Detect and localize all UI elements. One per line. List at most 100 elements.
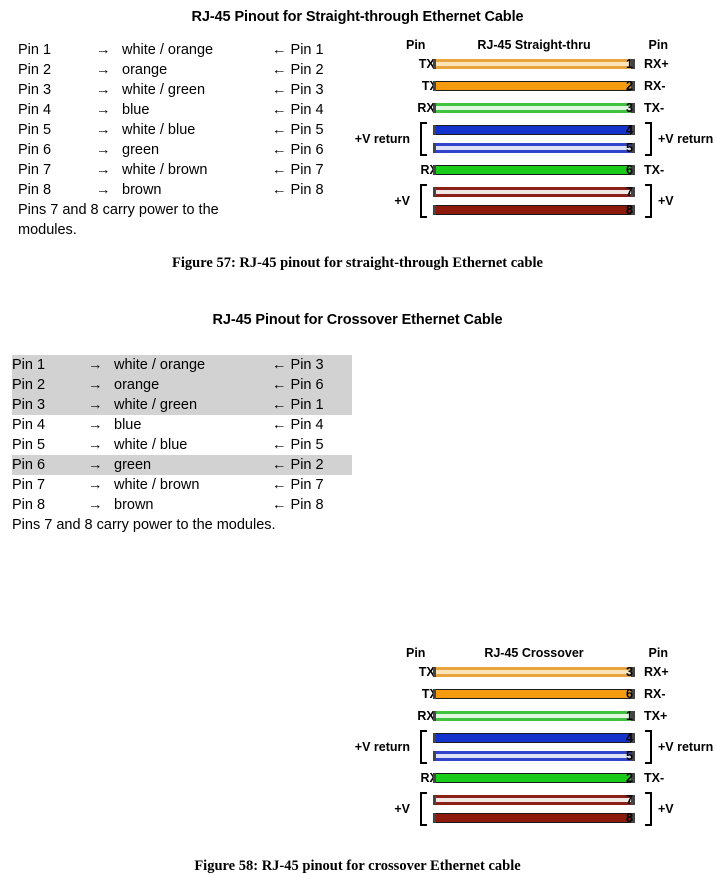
crossover-wire-rows: TX+13RX+TX-26RX-RX+31TX+4455RX-62TX-7788…	[355, 665, 713, 826]
arrow-left-icon: ←	[272, 182, 287, 198]
pin-right-label: ← Pin 8	[272, 495, 324, 515]
wire-color-label: white / orange	[114, 357, 206, 373]
pin-left-label: Pin 2	[12, 377, 46, 393]
wire-bar	[436, 711, 632, 721]
arrow-right-icon: →	[88, 497, 103, 513]
straight-wiring-diagram: Pin RJ-45 Straight-thru Pin TX+11RX+TX-2…	[354, 38, 713, 226]
wire-row: RX-66TX-	[358, 163, 710, 177]
wire-signal-right: TX-	[644, 163, 665, 177]
table-row: Pin 1 → white / orange ← Pin 3	[12, 355, 352, 375]
table-row: Pin 2 → orange ← Pin 2	[18, 60, 348, 80]
wire-color-label: orange	[114, 377, 160, 393]
wire-pin-right: 3	[626, 665, 633, 679]
table-row: Pin 8 → brown ← Pin 8	[12, 495, 352, 515]
arrow-right-icon: →	[96, 142, 111, 158]
header-pin-right: Pin	[648, 646, 668, 660]
pin-left-label: Pin 5	[12, 437, 46, 453]
wire-bar	[436, 59, 632, 69]
pin-right-label: ← Pin 3	[272, 80, 324, 100]
pin-right-label: ← Pin 5	[272, 120, 324, 140]
table-row: Pin 7 → white / brown ← Pin 7	[12, 475, 352, 495]
table-row: Pin 4 → blue ← Pin 4	[18, 100, 348, 120]
pin-right-text: Pin 3	[290, 357, 324, 373]
crossover-section-title: RJ-45 Pinout for Crossover Ethernet Cabl…	[212, 312, 503, 328]
pin-right-label: ← Pin 6	[272, 375, 324, 395]
arrow-right-icon: →	[96, 82, 111, 98]
wire-pin-right: 7	[626, 185, 633, 199]
pin-right-label: ← Pin 5	[272, 435, 324, 455]
wire-row: RX+33TX-	[358, 101, 710, 115]
wire-pin-right: 2	[626, 771, 633, 785]
arrow-right-icon: →	[96, 42, 111, 58]
straight-pinout-table: Pin 1 → white / orange ← Pin 1 Pin 2 → o…	[18, 40, 348, 240]
wire-color-label: blue	[122, 102, 150, 118]
arrow-left-icon: ←	[272, 102, 287, 118]
pin-left-label: Pin 8	[18, 182, 52, 198]
pair-bracket-left	[420, 122, 427, 156]
wire-pin-right: 3	[626, 101, 633, 115]
wire-pin-right: 4	[626, 731, 633, 745]
wire-signal-right: RX+	[644, 57, 669, 71]
wire-pin-right: 2	[626, 79, 633, 93]
wire-signal-right: TX-	[644, 101, 665, 115]
wire-color-label: white / green	[122, 82, 206, 98]
pin-left-label: Pin 7	[18, 162, 52, 178]
figure-58-caption: Figure 58: RJ-45 pinout for crossover Et…	[194, 858, 521, 874]
pin-right-label: ← Pin 1	[272, 40, 324, 60]
pin-left-label: Pin 5	[18, 122, 52, 138]
wire-color-label: white / brown	[114, 477, 200, 493]
straight-section-title: RJ-45 Pinout for Straight-through Ethern…	[191, 9, 524, 25]
wire-color-label: brown	[122, 182, 162, 198]
wire-bar	[436, 205, 632, 215]
pair-bracket-right	[645, 184, 652, 218]
pair-bracket-left	[420, 184, 427, 218]
arrow-left-icon: ←	[272, 477, 287, 493]
crossover-pinout-table: Pin 1 → white / orange ← Pin 3 Pin 2 → o…	[12, 355, 352, 535]
pin-left-label: Pin 6	[12, 457, 46, 473]
pin-right-text: Pin 2	[290, 62, 324, 78]
pin-right-text: Pin 7	[290, 162, 324, 178]
table-row: Pin 6 → green ← Pin 6	[18, 140, 348, 160]
wire-pin-right: 1	[626, 709, 633, 723]
arrow-left-icon: ←	[272, 437, 287, 453]
wire-bar	[436, 751, 632, 761]
wire-pin-right: 1	[626, 57, 633, 71]
wire-bar	[436, 733, 632, 743]
arrow-right-icon: →	[96, 102, 111, 118]
crossover-wiring-diagram: Pin RJ-45 Crossover Pin TX+ 1 3 RX+ TX- 2 6 RX-…	[355, 646, 713, 834]
wire-signal-right: TX+	[644, 709, 668, 723]
pair-bracket-label-left: +V return	[354, 132, 410, 146]
arrow-left-icon: ←	[272, 377, 287, 393]
header-pin-right: Pin	[648, 38, 668, 52]
wire-color-label: white / orange	[122, 42, 214, 58]
wire-color-label: brown	[114, 497, 154, 513]
arrow-right-icon: →	[96, 162, 111, 178]
pair-bracket-right	[645, 792, 652, 826]
wire-row: TX-26RX-	[358, 688, 710, 701]
pair-bracket-right	[645, 122, 652, 156]
table-row: Pin 1 → white / orange ← Pin 1	[18, 40, 348, 60]
figure-crossover: RJ-45 Pinout for Crossover Ethernet Cabl…	[0, 300, 715, 874]
wire-signal-right: RX+	[644, 665, 669, 679]
straight-power-note: Pins 7 and 8 carry power to the modules.	[18, 202, 219, 238]
arrow-right-icon: →	[96, 62, 111, 78]
table-row: Pin 2 → orange ← Pin 6	[12, 375, 352, 395]
wire-pin-right: 7	[626, 793, 633, 807]
pin-left-label: Pin 4	[18, 102, 52, 118]
arrow-left-icon: ←	[272, 457, 287, 473]
wire-pin-right: 4	[626, 123, 633, 137]
table-row: Pin 3 → white / green ← Pin 3	[18, 80, 348, 100]
wire-bar	[436, 125, 632, 135]
pin-right-text: Pin 6	[290, 142, 324, 158]
pin-right-label: ← Pin 7	[272, 160, 324, 180]
wire-color-label: white / blue	[114, 437, 188, 453]
pin-right-text: Pin 4	[290, 417, 324, 433]
arrow-left-icon: ←	[272, 497, 287, 513]
pin-right-label: ← Pin 2	[272, 60, 324, 80]
arrow-right-icon: →	[88, 397, 103, 413]
wire-bar	[436, 813, 632, 823]
arrow-right-icon: →	[88, 377, 103, 393]
arrow-left-icon: ←	[272, 42, 287, 58]
pin-left-label: Pin 3	[12, 397, 46, 413]
arrow-right-icon: →	[96, 182, 111, 198]
